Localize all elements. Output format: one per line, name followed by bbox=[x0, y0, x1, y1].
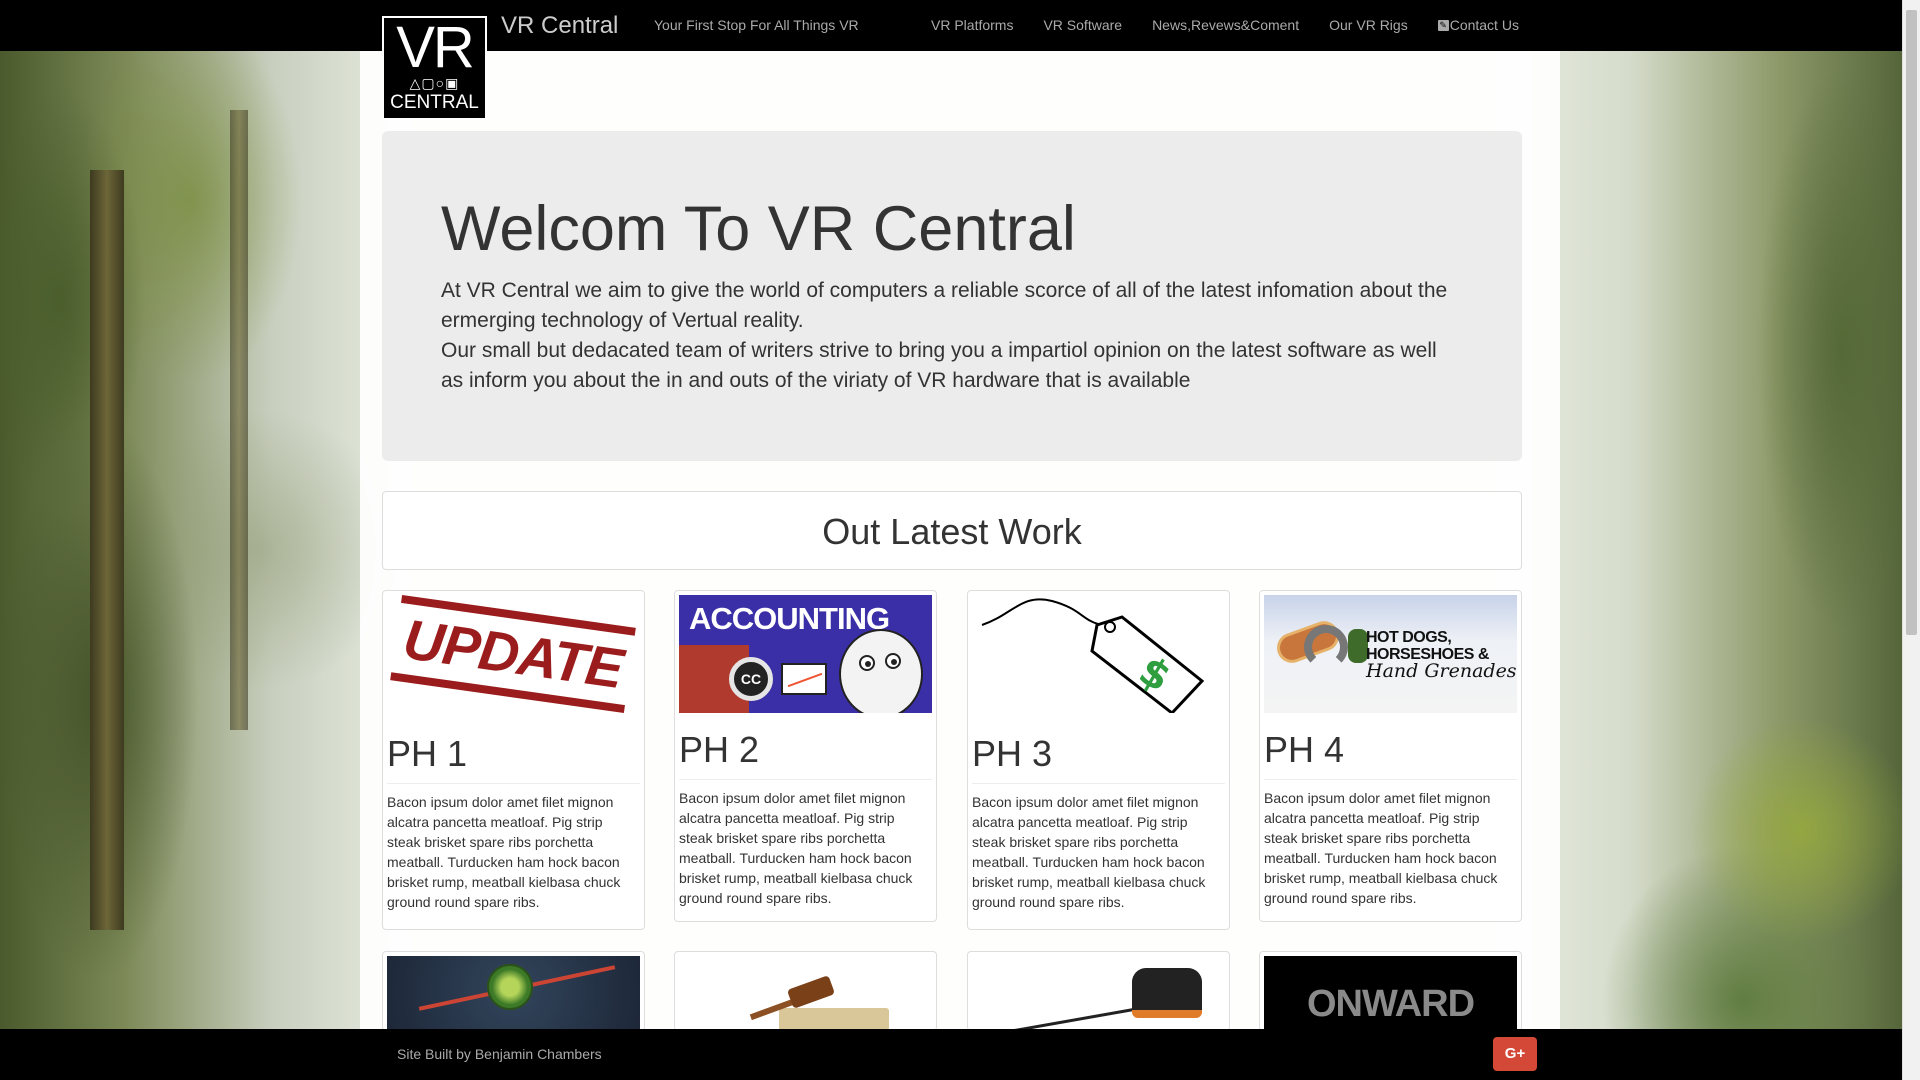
price-tag-image: $ bbox=[972, 595, 1225, 713]
main-nav: VR Platforms VR Software News,Revews&Com… bbox=[931, 17, 1549, 33]
card-row2-2[interactable] bbox=[674, 951, 937, 1031]
forest-background-left bbox=[0, 50, 420, 1030]
nav-our-vr-rigs-label: Our VR Rigs bbox=[1329, 17, 1408, 33]
card-row2-4[interactable]: ONWARD bbox=[1259, 951, 1522, 1031]
intro-paragraph-1: At VR Central we aim to give the world o… bbox=[441, 279, 1448, 333]
money-stack-icon bbox=[779, 1008, 889, 1030]
bird-eye bbox=[885, 653, 901, 669]
accounting-image-title: ACCOUNTING bbox=[689, 601, 890, 636]
top-navbar: VR Central Your First Stop For All Thing… bbox=[0, 0, 1902, 51]
card-title: PH 1 bbox=[387, 733, 640, 784]
footer-credit: Site Built by Benjamin Chambers bbox=[397, 1046, 602, 1062]
section-title: Out Latest Work bbox=[822, 511, 1082, 552]
watermelon-icon bbox=[487, 964, 533, 1010]
nav-vr-software-label: VR Software bbox=[1043, 17, 1123, 33]
google-plus-button[interactable]: G+ bbox=[1493, 1037, 1537, 1071]
brand-tagline: Your First Stop For All Things VR bbox=[654, 17, 859, 33]
bird-character-icon bbox=[839, 629, 923, 713]
card-ph4[interactable]: HOT DOGS, HORSESHOES & Hand Grenades PH … bbox=[1259, 590, 1522, 922]
card-text: Bacon ipsum dolor amet filet mignon alca… bbox=[679, 790, 913, 906]
chart-icon bbox=[781, 663, 827, 695]
nav-news-reviews-label: News,Revews&Coment bbox=[1152, 17, 1300, 33]
horseshoe-icon bbox=[1304, 625, 1348, 669]
grenade-icon bbox=[1348, 629, 1368, 663]
site-logo[interactable]: VR △▢○▣ CENTRAL bbox=[382, 16, 487, 120]
fruit-ninja-image bbox=[387, 956, 640, 1030]
gavel-money-image bbox=[679, 956, 932, 1030]
card-row2-3[interactable] bbox=[967, 951, 1230, 1031]
nav-news-reviews[interactable]: News,Revews&Coment bbox=[1152, 17, 1299, 33]
update-stamp-text: UPDATE bbox=[390, 595, 637, 713]
card-ph3[interactable]: $ PH 3 Bacon ipsum dolor amet filet mign… bbox=[967, 590, 1230, 930]
card-title: PH 4 bbox=[1264, 729, 1517, 780]
card-title: PH 2 bbox=[679, 729, 932, 780]
nav-vr-software[interactable]: VR Software bbox=[1043, 17, 1122, 33]
accounting-image: ACCOUNTING CC bbox=[679, 595, 932, 713]
logo-vr-text: VR bbox=[396, 15, 475, 80]
hot-dogs-line1: HOT DOGS, bbox=[1366, 629, 1452, 646]
card-text: Bacon ipsum dolor amet filet mignon alca… bbox=[387, 794, 621, 910]
card-row2-1[interactable] bbox=[382, 951, 645, 1031]
vr-headset-icon bbox=[1132, 968, 1202, 1018]
nav-contact-us-label: Contact Us bbox=[1449, 17, 1519, 33]
cc-badge-icon: CC bbox=[729, 657, 773, 701]
card-text: Bacon ipsum dolor amet filet mignon alca… bbox=[972, 794, 1206, 910]
hot-dogs-line3: Hand Grenades bbox=[1366, 660, 1517, 682]
nav-contact-us[interactable]: ✎ Contact Us bbox=[1437, 17, 1519, 33]
scrollbar-thumb[interactable] bbox=[1906, 10, 1917, 635]
card-ph2[interactable]: ACCOUNTING CC PH 2 Bacon ipsum dolor ame… bbox=[674, 590, 937, 922]
hot-dogs-logo-text: HOT DOGS, HORSESHOES & Hand Grenades bbox=[1366, 629, 1517, 682]
site-footer: Site Built by Benjamin Chambers G+ bbox=[0, 1029, 1902, 1080]
onward-logo-image: ONWARD bbox=[1264, 956, 1517, 1030]
vr-headset-image bbox=[972, 956, 1225, 1030]
price-tag-icon: $ bbox=[981, 598, 1205, 713]
nav-our-vr-rigs[interactable]: Our VR Rigs bbox=[1329, 17, 1408, 33]
latest-work-header: Out Latest Work bbox=[382, 491, 1522, 570]
brand-name[interactable]: VR Central bbox=[501, 12, 618, 40]
welcome-jumbotron: Welcom To VR Central At VR Central we ai… bbox=[382, 131, 1522, 461]
gavel-icon bbox=[786, 975, 836, 1009]
nav-vr-platforms[interactable]: VR Platforms bbox=[931, 17, 1013, 33]
intro-paragraph-2: Our small but dedacated team of writers … bbox=[441, 339, 1437, 393]
card-text: Bacon ipsum dolor amet filet mignon alca… bbox=[1264, 790, 1498, 906]
nav-vr-platforms-label: VR Platforms bbox=[931, 17, 1014, 33]
page-title: Welcom To VR Central bbox=[441, 194, 1076, 264]
card-title: PH 3 bbox=[972, 733, 1225, 784]
card-ph1[interactable]: UPDATE PH 1 Bacon ipsum dolor amet filet… bbox=[382, 590, 645, 930]
logo-central-text: CENTRAL bbox=[390, 92, 479, 113]
bird-eye bbox=[859, 655, 875, 671]
page-scrollbar[interactable] bbox=[1902, 0, 1920, 1080]
edit-icon: ✎ bbox=[1437, 19, 1449, 31]
update-stamp-image: UPDATE bbox=[387, 595, 640, 713]
hot-dogs-game-image: HOT DOGS, HORSESHOES & Hand Grenades bbox=[1264, 595, 1517, 713]
